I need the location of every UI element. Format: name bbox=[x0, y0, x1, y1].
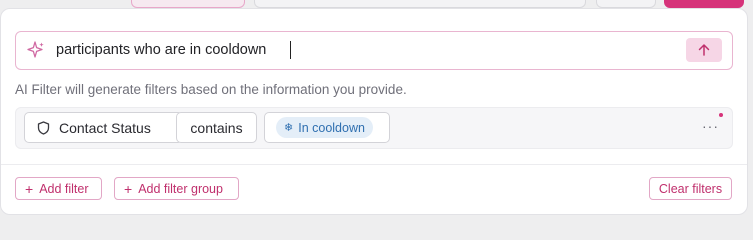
filter-field-label: Contact Status bbox=[59, 119, 151, 136]
plus-icon: + bbox=[124, 180, 133, 197]
filter-value-select[interactable]: ❄ In cooldown bbox=[264, 112, 390, 143]
ai-filter-bar bbox=[15, 31, 733, 70]
add-filter-label: Add filter bbox=[39, 181, 89, 196]
helper-text: AI Filter will generate filters based on… bbox=[15, 82, 407, 97]
more-horizontal-icon: ··· bbox=[702, 118, 719, 134]
background-primary-button bbox=[664, 0, 744, 8]
filter-operator-select[interactable]: contains bbox=[176, 112, 257, 143]
filter-row: Contact Status contains ❄ In cooldown ··… bbox=[15, 107, 733, 149]
background-toolbar-button bbox=[131, 0, 245, 8]
clear-filters-label: Clear filters bbox=[658, 181, 723, 196]
add-filter-group-label: Add filter group bbox=[138, 181, 223, 196]
add-filter-button[interactable]: + Add filter bbox=[15, 177, 102, 200]
notification-dot bbox=[719, 113, 723, 117]
snowflake-icon: ❄ bbox=[284, 122, 294, 134]
background-toolbar-button bbox=[596, 0, 656, 8]
send-button[interactable] bbox=[686, 38, 722, 62]
plus-icon: + bbox=[25, 180, 34, 197]
more-options-button[interactable]: ··· bbox=[702, 118, 719, 134]
background-toolbar-field bbox=[254, 0, 586, 8]
footer-divider bbox=[1, 164, 747, 165]
text-cursor bbox=[290, 41, 291, 59]
filter-field-select[interactable]: Contact Status bbox=[24, 112, 183, 143]
filter-popover: AI Filter will generate filters based on… bbox=[0, 8, 748, 215]
ai-filter-input[interactable] bbox=[56, 38, 676, 62]
status-badge-label: In cooldown bbox=[298, 120, 365, 135]
status-badge: ❄ In cooldown bbox=[276, 117, 373, 138]
sparkle-icon bbox=[27, 41, 44, 58]
filter-operator-label: contains bbox=[190, 119, 243, 136]
arrow-up-icon bbox=[698, 44, 710, 56]
clear-filters-button[interactable]: Clear filters bbox=[649, 177, 732, 200]
add-filter-group-button[interactable]: + Add filter group bbox=[114, 177, 239, 200]
shield-icon bbox=[37, 120, 50, 135]
